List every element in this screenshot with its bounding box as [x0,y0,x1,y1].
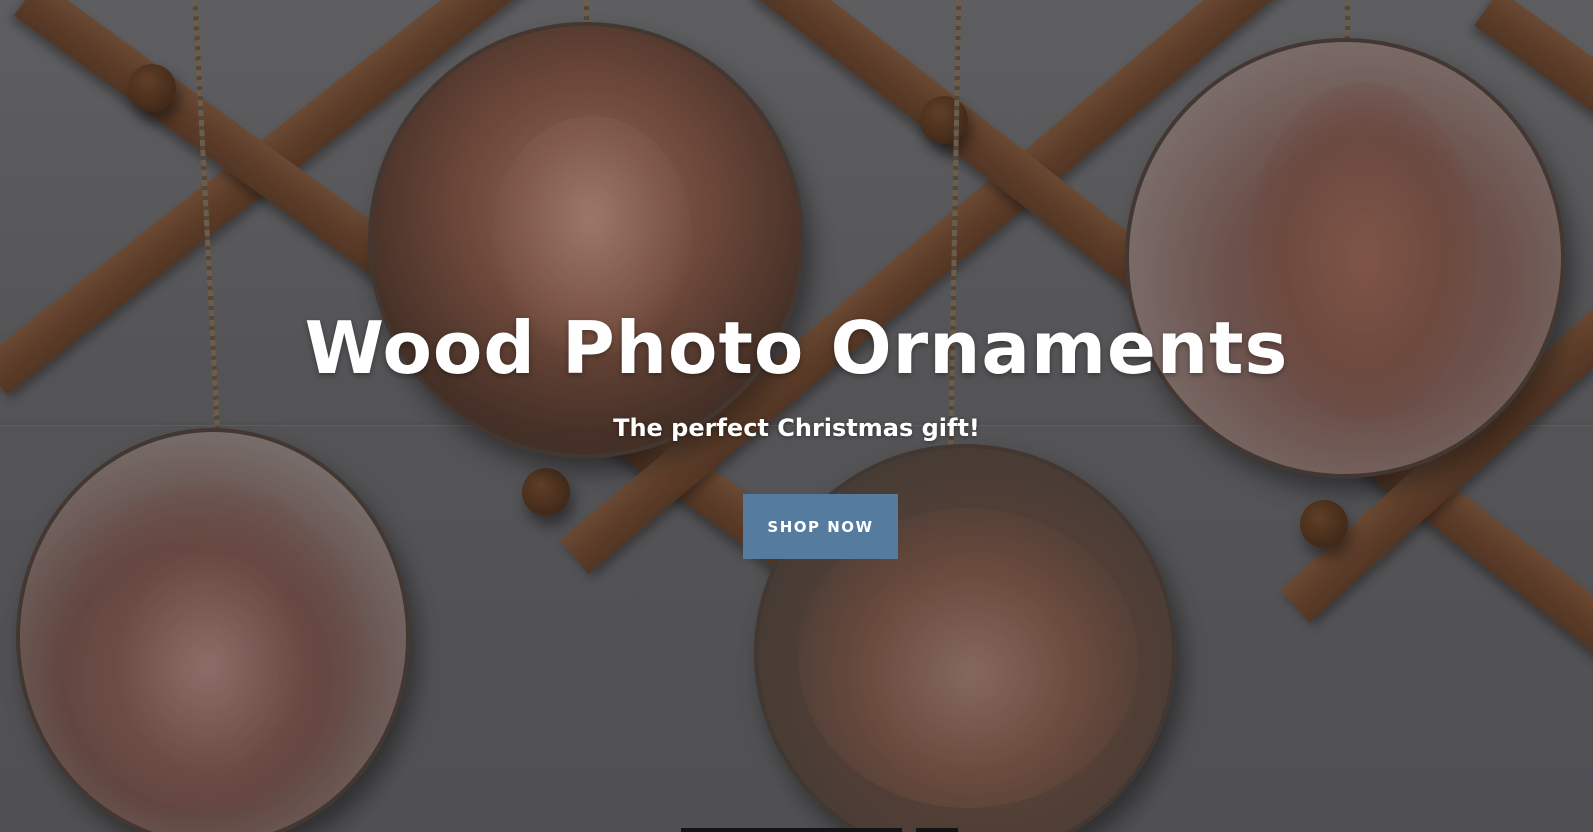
slide-indicator-1[interactable] [681,828,902,832]
slide-indicator-2[interactable] [916,828,958,832]
hero-banner: Wood Photo Ornaments The perfect Christm… [0,0,1593,832]
shop-now-button[interactable]: SHOP NOW [743,494,898,559]
hero-title: Wood Photo Ornaments [304,306,1289,390]
hero-subtitle: The perfect Christmas gift! [613,414,980,442]
